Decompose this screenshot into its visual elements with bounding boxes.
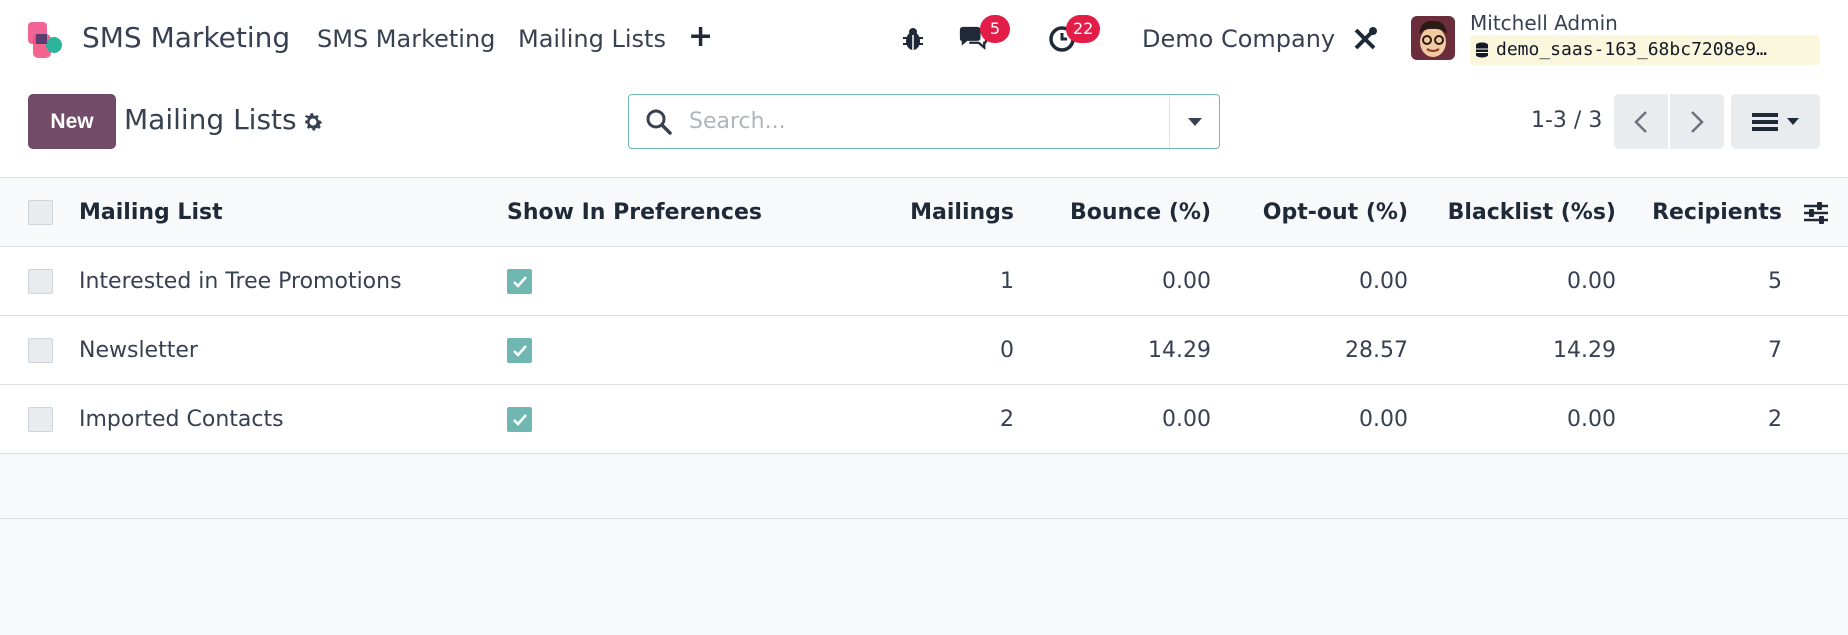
app-logo-icon[interactable]: [26, 21, 66, 61]
menu-sms-marketing[interactable]: SMS Marketing: [317, 25, 495, 53]
caret-down-icon: [1786, 118, 1799, 125]
plus-icon[interactable]: +: [688, 22, 713, 52]
row-checkbox[interactable]: [28, 269, 53, 294]
column-blacklist[interactable]: Blacklist (%s): [1430, 200, 1616, 225]
checkmark-icon: [512, 413, 527, 426]
table-row[interactable]: Interested in Tree Promotions 1 0.00 0.0…: [0, 247, 1848, 316]
cell-bounce: 0.00: [1162, 269, 1211, 294]
control-panel: New Mailing Lists 1-3 / 3: [0, 78, 1848, 178]
mailing-lists-table: Mailing List Show In Preferences Mailing…: [0, 178, 1848, 519]
cell-mailings: 2: [1000, 407, 1014, 432]
pager-value[interactable]: 1-3 / 3: [1531, 108, 1602, 133]
checkmark-icon: [512, 275, 527, 288]
cell-bounce: 14.29: [1148, 338, 1211, 363]
cell-blacklist: 14.29: [1553, 338, 1616, 363]
search-icon: [646, 109, 672, 135]
company-switcher[interactable]: Demo Company: [1142, 25, 1335, 53]
list-view-icon: [1751, 112, 1778, 131]
cell-mailings: 1: [1000, 269, 1014, 294]
cell-mailing-list[interactable]: Imported Contacts: [79, 407, 284, 432]
pager-previous-button[interactable]: [1614, 94, 1668, 149]
checkmark-icon: [512, 344, 527, 357]
messages-badge: 5: [980, 15, 1010, 43]
table-row[interactable]: Newsletter 0 14.29 28.57 14.29 7: [0, 316, 1848, 385]
show-in-preferences-checkbox[interactable]: [507, 407, 532, 432]
row-checkbox[interactable]: [28, 407, 53, 432]
view-switcher-button[interactable]: [1731, 94, 1820, 149]
column-mailing-list[interactable]: Mailing List: [79, 200, 223, 225]
tools-icon[interactable]: [1350, 24, 1380, 54]
column-recipients[interactable]: Recipients: [1640, 200, 1782, 225]
column-settings-icon[interactable]: [1802, 200, 1830, 226]
table-empty-row: [0, 454, 1848, 519]
column-bounce[interactable]: Bounce (%): [1040, 200, 1211, 225]
user-name[interactable]: Mitchell Admin: [1470, 11, 1618, 35]
page-title: Mailing Lists: [124, 103, 297, 136]
cell-mailing-list[interactable]: Newsletter: [79, 338, 198, 363]
cell-mailing-list[interactable]: Interested in Tree Promotions: [79, 269, 402, 294]
avatar[interactable]: [1411, 16, 1455, 60]
activities-badge: 22: [1066, 15, 1101, 43]
cell-optout: 0.00: [1359, 407, 1408, 432]
table-header: Mailing List Show In Preferences Mailing…: [0, 178, 1848, 247]
cell-recipients: 2: [1768, 407, 1782, 432]
menu-mailing-lists[interactable]: Mailing Lists: [518, 25, 666, 53]
cell-recipients: 7: [1768, 338, 1782, 363]
app-name[interactable]: SMS Marketing: [82, 21, 290, 54]
chevron-left-icon: [1634, 110, 1647, 133]
pager-next-button[interactable]: [1670, 94, 1724, 149]
column-optout[interactable]: Opt-out (%): [1230, 200, 1408, 225]
row-checkbox[interactable]: [28, 338, 53, 363]
search-bar: [628, 94, 1220, 149]
column-show-in-preferences[interactable]: Show In Preferences: [507, 200, 762, 225]
table-row[interactable]: Imported Contacts 2 0.00 0.00 0.00 2: [0, 385, 1848, 454]
database-name: demo_saas-163_68bc7208e9…: [1470, 35, 1820, 65]
cell-mailings: 0: [1000, 338, 1014, 363]
database-icon: [1476, 42, 1488, 58]
cell-bounce: 0.00: [1162, 407, 1211, 432]
cell-optout: 0.00: [1359, 269, 1408, 294]
chevron-right-icon: [1691, 110, 1704, 133]
new-button[interactable]: New: [28, 94, 116, 149]
bug-icon[interactable]: [898, 24, 928, 54]
show-in-preferences-checkbox[interactable]: [507, 269, 532, 294]
gear-icon[interactable]: [301, 110, 325, 134]
search-input[interactable]: [689, 95, 1149, 148]
cell-blacklist: 0.00: [1567, 407, 1616, 432]
cell-recipients: 5: [1768, 269, 1782, 294]
caret-down-icon: [1187, 117, 1202, 126]
top-navbar: SMS Marketing SMS Marketing Mailing List…: [0, 0, 1848, 78]
search-options-toggle[interactable]: [1169, 95, 1219, 148]
cell-optout: 28.57: [1345, 338, 1408, 363]
select-all-checkbox[interactable]: [28, 200, 53, 225]
column-mailings[interactable]: Mailings: [880, 200, 1014, 225]
show-in-preferences-checkbox[interactable]: [507, 338, 532, 363]
cell-blacklist: 0.00: [1567, 269, 1616, 294]
